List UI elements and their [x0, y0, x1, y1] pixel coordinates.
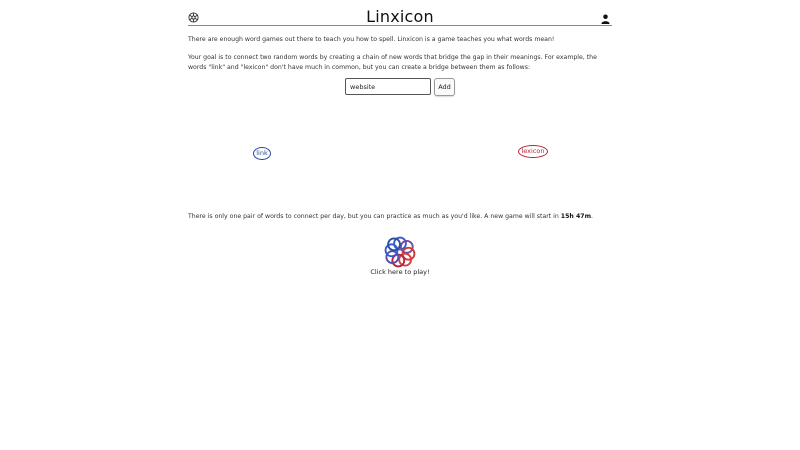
- page-title: Linxicon: [366, 7, 434, 26]
- user-icon[interactable]: [601, 14, 610, 24]
- word-input[interactable]: [345, 78, 431, 95]
- daily-paragraph: There is only one pair of words to conne…: [188, 212, 612, 222]
- add-button[interactable]: Add: [434, 78, 455, 96]
- daily-text: There is only one pair of words to conne…: [188, 213, 561, 220]
- goal-paragraph: Your goal is to connect two random words…: [188, 54, 597, 71]
- intro-paragraph: There are enough word games out there to…: [188, 36, 555, 43]
- play-link[interactable]: Click here to play!: [350, 268, 450, 276]
- start-word-node: link: [253, 147, 271, 160]
- daily-suffix: .: [591, 213, 593, 220]
- linxicon-logo-icon[interactable]: [383, 235, 417, 269]
- countdown: 15h 47m: [560, 213, 592, 220]
- end-word-node: lexicon: [518, 145, 548, 158]
- header: Linxicon: [188, 6, 612, 26]
